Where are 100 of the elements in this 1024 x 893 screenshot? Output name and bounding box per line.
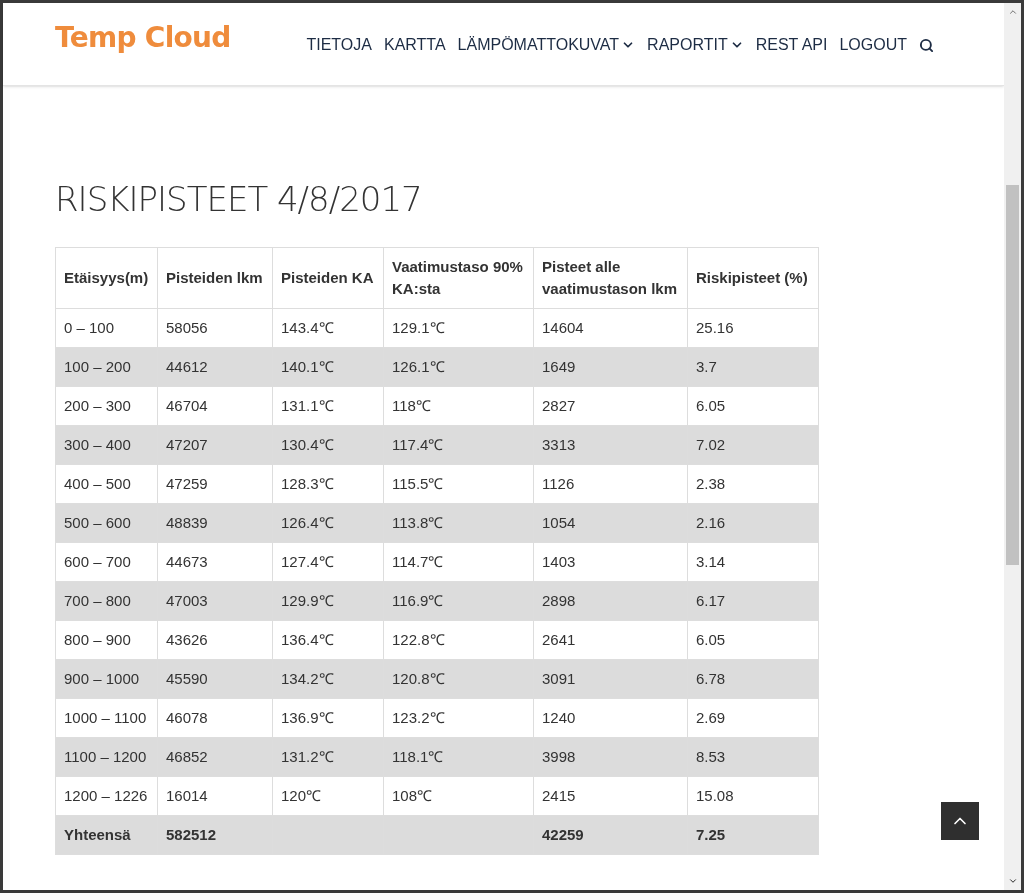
column-header: Pisteet alle vaatimustason lkm	[533, 247, 688, 309]
table-cell: 400 – 500	[55, 464, 158, 504]
table-cell: 136.9℃	[272, 698, 384, 738]
table-cell: 1126	[533, 464, 688, 504]
column-header: Pisteiden KA	[272, 247, 384, 309]
table-cell: 3.7	[687, 347, 819, 387]
table-cell: 3313	[533, 425, 688, 465]
table-cell: 114.7℃	[383, 542, 534, 582]
scrollbar-thumb[interactable]	[1006, 185, 1019, 565]
page-title: RISKIPISTEET 4/8/2017	[55, 178, 423, 221]
table-cell: 500 – 600	[55, 503, 158, 543]
table-cell: 2.69	[687, 698, 819, 738]
nav-link[interactable]: RAPORTIT	[647, 33, 744, 57]
table-cell: 134.2℃	[272, 659, 384, 699]
table-cell: 120℃	[272, 776, 384, 816]
table-cell: 140.1℃	[272, 347, 384, 387]
table-cell: 1000 – 1100	[55, 698, 158, 738]
nav-link[interactable]: LÄMPÖMATTOKUVAT	[457, 33, 636, 57]
table-cell: 117.4℃	[383, 425, 534, 465]
table-cell: 1240	[533, 698, 688, 738]
table-cell: 900 – 1000	[55, 659, 158, 699]
table-cell: 123.2℃	[383, 698, 534, 738]
table-cell: 131.2℃	[272, 737, 384, 777]
table-cell: 46852	[157, 737, 273, 777]
table-cell: 131.1℃	[272, 386, 384, 426]
table-cell: 2415	[533, 776, 688, 816]
table-cell: 45590	[157, 659, 273, 699]
table-cell: 115.5℃	[383, 464, 534, 504]
table-cell: 3998	[533, 737, 688, 777]
table-cell: 47003	[157, 581, 273, 621]
total-cell: 42259	[533, 815, 688, 855]
table-cell: 0 – 100	[55, 308, 158, 348]
table-cell: 2827	[533, 386, 688, 426]
column-header: Riskipisteet (%)	[687, 247, 819, 309]
table-cell: 1200 – 1226	[55, 776, 158, 816]
table-cell: 47259	[157, 464, 273, 504]
nav-link[interactable]: LOGOUT	[839, 33, 907, 57]
table-cell: 118℃	[383, 386, 534, 426]
table-cell: 130.4℃	[272, 425, 384, 465]
table-cell: 700 – 800	[55, 581, 158, 621]
table-cell: 1403	[533, 542, 688, 582]
column-header: Pisteiden lkm	[157, 247, 273, 309]
total-cell: Yhteensä	[55, 815, 158, 855]
column-header: Etäisyys(m)	[55, 247, 158, 309]
nav-link[interactable]: TIETOJA	[306, 33, 372, 57]
table-cell: 6.17	[687, 581, 819, 621]
back-to-top-button[interactable]	[941, 802, 979, 840]
table-cell: 43626	[157, 620, 273, 660]
table-cell: 3091	[533, 659, 688, 699]
table-cell: 128.3℃	[272, 464, 384, 504]
table-cell: 300 – 400	[55, 425, 158, 465]
table-cell: 113.8℃	[383, 503, 534, 543]
table-cell: 116.9℃	[383, 581, 534, 621]
table-cell: 3.14	[687, 542, 819, 582]
table-cell: 8.53	[687, 737, 819, 777]
table-cell: 14604	[533, 308, 688, 348]
table-cell: 126.4℃	[272, 503, 384, 543]
table-cell: 1054	[533, 503, 688, 543]
table-cell: 136.4℃	[272, 620, 384, 660]
search-icon[interactable]	[919, 37, 934, 53]
table-cell: 129.1℃	[383, 308, 534, 348]
table-cell: 1100 – 1200	[55, 737, 158, 777]
table-cell: 46704	[157, 386, 273, 426]
total-cell: 582512	[157, 815, 273, 855]
table-cell: 48839	[157, 503, 273, 543]
column-header: Vaatimustaso 90% KA:sta	[383, 247, 534, 309]
table-cell: 1649	[533, 347, 688, 387]
scroll-down-icon[interactable]	[1007, 876, 1018, 886]
table-cell: 600 – 700	[55, 542, 158, 582]
table-cell: 44673	[157, 542, 273, 582]
table-cell: 200 – 300	[55, 386, 158, 426]
table-cell: 127.4℃	[272, 542, 384, 582]
table-cell: 25.16	[687, 308, 819, 348]
table-cell: 126.1℃	[383, 347, 534, 387]
table-cell: 2898	[533, 581, 688, 621]
table-cell: 108℃	[383, 776, 534, 816]
table-cell: 143.4℃	[272, 308, 384, 348]
table-cell: 6.05	[687, 620, 819, 660]
total-cell: 7.25	[687, 815, 819, 855]
scrollbar[interactable]	[1004, 3, 1021, 890]
table-cell: 6.78	[687, 659, 819, 699]
table-cell: 58056	[157, 308, 273, 348]
table-cell: 7.02	[687, 425, 819, 465]
table-cell: 120.8℃	[383, 659, 534, 699]
table-cell: 2641	[533, 620, 688, 660]
table-cell: 122.8℃	[383, 620, 534, 660]
nav-link[interactable]: KARTTA	[383, 33, 446, 57]
table-cell: 15.08	[687, 776, 819, 816]
table-cell: 2.38	[687, 464, 819, 504]
table-cell: 129.9℃	[272, 581, 384, 621]
table-cell: 46078	[157, 698, 273, 738]
table-cell: 800 – 900	[55, 620, 158, 660]
table-cell: 118.1℃	[383, 737, 534, 777]
table-cell: 6.05	[687, 386, 819, 426]
table-cell: 2.16	[687, 503, 819, 543]
nav-link[interactable]: REST API	[755, 33, 828, 57]
table-cell: 16014	[157, 776, 273, 816]
table-cell: 100 – 200	[55, 347, 158, 387]
table-cell: 44612	[157, 347, 273, 387]
table-cell: 47207	[157, 425, 273, 465]
